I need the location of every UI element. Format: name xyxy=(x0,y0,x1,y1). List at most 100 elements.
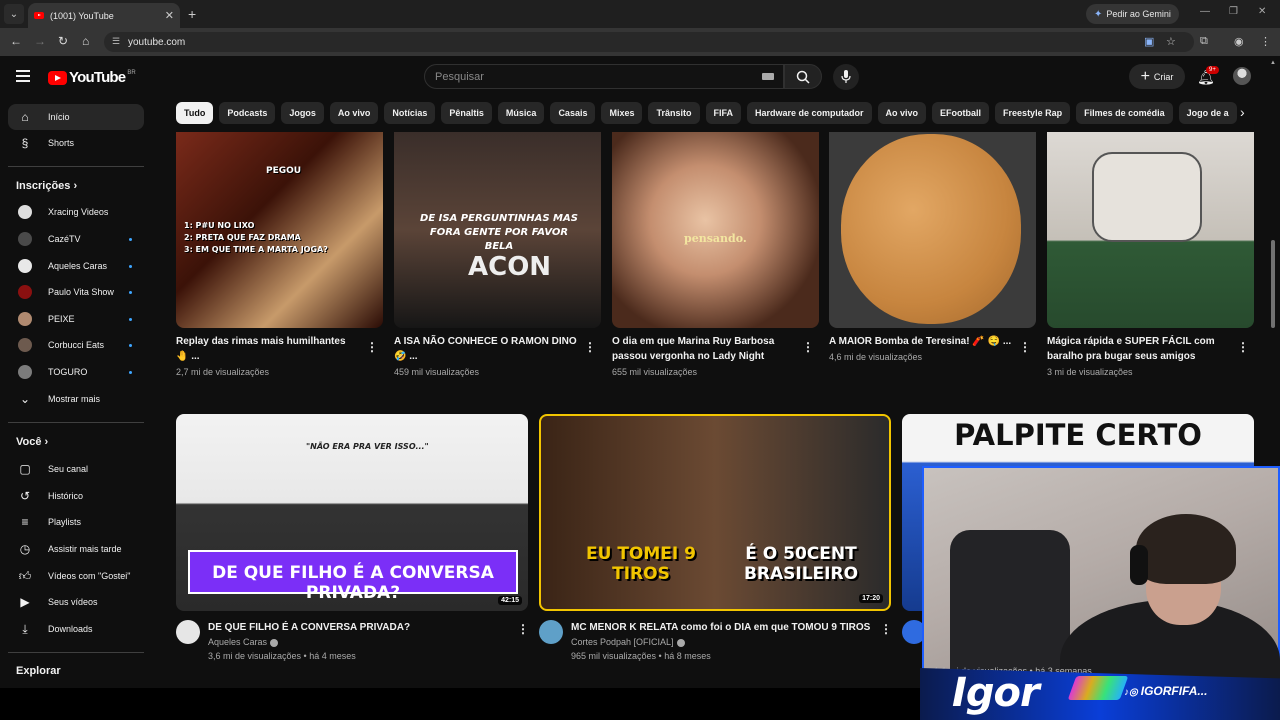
more-options-icon[interactable]: ⋮ xyxy=(517,622,529,636)
chip-all[interactable]: Tudo xyxy=(176,102,214,124)
chip[interactable]: Ao vivo xyxy=(877,102,927,124)
video-thumbnail[interactable]: pensando. xyxy=(612,132,819,328)
sidebar-item-subscription[interactable]: Paulo Vita Show xyxy=(8,279,144,305)
video-thumbnail[interactable]: "NÃO ERA PRA VER ISSO..." DE QUE FILHO É… xyxy=(176,414,528,611)
chip[interactable]: Podcasts xyxy=(219,102,276,124)
translate-icon[interactable]: ▣ xyxy=(1144,35,1154,48)
sidebar: ⌂ Início § Shorts Inscrições › Xracing V… xyxy=(0,98,153,688)
browser-tab-youtube[interactable]: (1001) YouTube ✕ xyxy=(28,3,180,28)
forward-icon[interactable]: → xyxy=(34,34,46,48)
streamer-hair xyxy=(1136,514,1236,584)
back-icon[interactable]: ← xyxy=(10,34,22,48)
chip[interactable]: Mixes xyxy=(601,102,643,124)
tab-search-button[interactable]: ⌄ xyxy=(4,4,24,24)
sidebar-item-subscription[interactable]: Aqueles Caras xyxy=(8,253,144,279)
chip[interactable]: Música xyxy=(497,102,545,124)
youtube-logo[interactable]: YouTube BR xyxy=(48,69,136,86)
you-header[interactable]: Você › xyxy=(16,436,48,448)
new-content-dot xyxy=(129,343,132,347)
thumbnail-overlay-text: PALPITE CERTO xyxy=(954,418,1202,452)
home-browser-icon[interactable]: ⌂ xyxy=(82,34,89,48)
chip[interactable]: Pênaltis xyxy=(441,102,492,124)
create-button[interactable]: + Criar xyxy=(1129,64,1185,89)
chip[interactable]: EFootball xyxy=(932,102,990,124)
more-options-icon[interactable]: ⋮ xyxy=(584,340,596,354)
sidebar-divider xyxy=(8,422,144,423)
video-title[interactable]: O dia em que Marina Ruy Barbosa passou v… xyxy=(612,334,796,364)
url-field[interactable]: ☰ youtube.com xyxy=(104,32,1194,52)
page-scrollbar-thumb[interactable] xyxy=(1271,240,1275,328)
video-title[interactable]: MC MENOR K RELATA como foi o DIA em que … xyxy=(571,620,876,635)
chip[interactable]: Hardware de computador xyxy=(747,102,872,124)
sidebar-item-label: Seus vídeos xyxy=(48,597,98,607)
sidebar-item-watch-later[interactable]: ◷ Assistir mais tarde xyxy=(8,536,144,562)
sidebar-show-more[interactable]: ⌄ Mostrar mais xyxy=(8,386,144,412)
video-thumbnail[interactable] xyxy=(829,132,1036,328)
video-views: 4,6 mi de visualizações xyxy=(829,352,923,362)
video-title[interactable]: Replay das rimas mais humilhantes 🤚 ... xyxy=(176,334,356,364)
reload-icon[interactable]: ↻ xyxy=(58,34,68,48)
sidebar-item-subscription[interactable]: TOGURO xyxy=(8,359,144,385)
minimize-icon[interactable]: — xyxy=(1200,6,1210,17)
channel-name[interactable]: Aqueles Caras xyxy=(208,637,267,647)
chevron-right-icon[interactable]: › xyxy=(1240,104,1245,120)
profile-icon[interactable]: ◉ xyxy=(1234,35,1244,48)
video-thumbnail[interactable]: EU TOMEI 9 TIROS É O 50CENT BRASILEIRO 1… xyxy=(539,414,891,611)
window-close-icon[interactable]: ✕ xyxy=(1258,6,1266,17)
new-tab-icon[interactable]: + xyxy=(188,6,196,22)
more-options-icon[interactable]: ⋮ xyxy=(1237,340,1249,354)
account-avatar[interactable] xyxy=(1233,67,1251,85)
sidebar-item-subscription[interactable]: PEIXE xyxy=(8,306,144,332)
more-options-icon[interactable]: ⋮ xyxy=(880,622,892,636)
video-title[interactable]: DE QUE FILHO É A CONVERSA PRIVADA? xyxy=(208,620,508,635)
scroll-up-arrow-icon[interactable]: ▲ xyxy=(1270,60,1276,66)
search-input[interactable]: Pesquisar xyxy=(424,64,784,89)
video-title[interactable]: A ISA NÃO CONHECE O RAMON DINO 🤣 ... xyxy=(394,334,578,364)
chip[interactable]: FIFA xyxy=(705,102,741,124)
close-tab-icon[interactable]: ✕ xyxy=(165,9,174,22)
chip[interactable]: Ao vivo xyxy=(329,102,379,124)
sidebar-item-subscription[interactable]: Xracing Videos xyxy=(8,199,144,225)
site-info-icon[interactable]: ☰ xyxy=(112,36,120,47)
sidebar-item-subscription[interactable]: Corbucci Eats xyxy=(8,332,144,358)
sidebar-item-shorts[interactable]: § Shorts xyxy=(8,130,144,156)
subscriptions-header[interactable]: Inscrições › xyxy=(16,180,77,192)
browser-menu-icon[interactable]: ⋮ xyxy=(1260,35,1271,48)
chip[interactable]: Jogos xyxy=(281,102,324,124)
search-button[interactable] xyxy=(784,64,822,89)
video-thumbnail[interactable]: PEGOU 1: P#U NO LIXO 2: PRETA QUE FAZ DR… xyxy=(176,132,383,328)
chip[interactable]: Freestyle Rap xyxy=(995,102,1071,124)
sidebar-item-liked-videos[interactable]: 👍︎ Vídeos com "Gostei" xyxy=(8,563,144,589)
chip[interactable]: Casais xyxy=(550,102,596,124)
chip[interactable]: Notícias xyxy=(384,102,436,124)
more-options-icon[interactable]: ⋮ xyxy=(366,340,378,354)
guide-menu-icon[interactable] xyxy=(16,70,30,82)
sidebar-item-downloads[interactable]: ⤓ Downloads xyxy=(8,616,144,642)
more-options-icon[interactable]: ⋮ xyxy=(1019,340,1031,354)
bookmark-star-icon[interactable]: ☆ xyxy=(1166,35,1176,48)
search-placeholder: Pesquisar xyxy=(435,70,484,83)
sidebar-item-subscription[interactable]: CazéTV xyxy=(8,226,144,252)
chip[interactable]: Filmes de comédia xyxy=(1076,102,1173,124)
sidebar-item-your-channel[interactable]: ▢ Seu canal xyxy=(8,456,144,482)
keyboard-icon[interactable] xyxy=(762,73,774,80)
voice-search-button[interactable] xyxy=(833,64,859,90)
url-text: youtube.com xyxy=(128,36,186,48)
more-options-icon[interactable]: ⋮ xyxy=(802,340,814,354)
channel-avatar[interactable] xyxy=(176,620,200,644)
extensions-icon[interactable]: ⧉ xyxy=(1200,35,1208,48)
video-thumbnail[interactable]: DE ISA PERGUNTINHAS MAS FORA GENTE POR F… xyxy=(394,132,601,328)
video-title[interactable]: Mágica rápida e SUPER FÁCIL com baralho … xyxy=(1047,334,1231,364)
maximize-icon[interactable]: ❐ xyxy=(1229,6,1238,17)
video-title[interactable]: A MAIOR Bomba de Teresina! 🧨 🤤 ... xyxy=(829,334,1013,349)
sidebar-item-home[interactable]: ⌂ Início xyxy=(8,104,144,130)
sidebar-item-history[interactable]: ↺ Histórico xyxy=(8,483,144,509)
channel-avatar[interactable] xyxy=(539,620,563,644)
chip[interactable]: Trânsito xyxy=(648,102,700,124)
chip[interactable]: Jogo de a xyxy=(1178,102,1237,124)
gemini-button[interactable]: ✦ Pedir ao Gemini xyxy=(1086,4,1179,24)
sidebar-item-playlists[interactable]: ≡ Playlists xyxy=(8,509,144,535)
channel-name[interactable]: Cortes Podpah [OFICIAL] xyxy=(571,637,674,647)
video-thumbnail[interactable] xyxy=(1047,132,1254,328)
sidebar-item-your-videos[interactable]: ▶ Seus vídeos xyxy=(8,589,144,615)
